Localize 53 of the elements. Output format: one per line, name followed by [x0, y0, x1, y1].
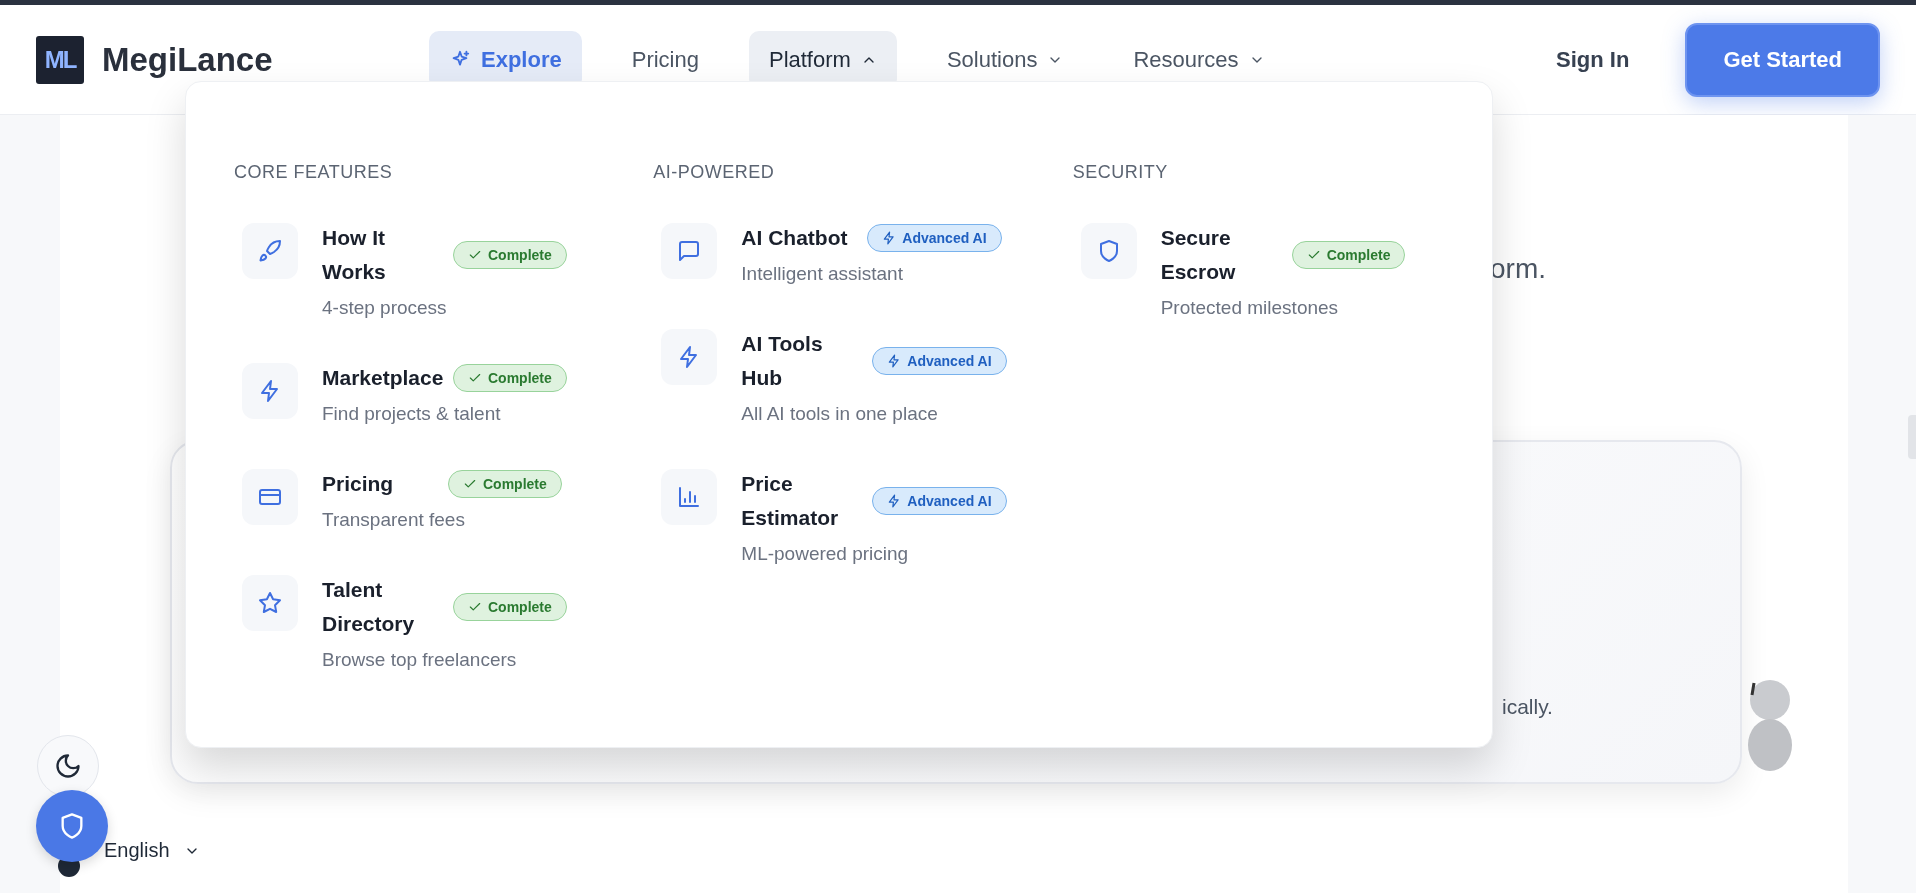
- section-heading: AI-POWERED: [653, 162, 776, 183]
- lightning-icon: [887, 494, 902, 508]
- menu-item-subtitle: Browse top freelancers: [322, 649, 518, 671]
- check-icon: [1306, 248, 1321, 262]
- check-icon: [468, 371, 482, 385]
- status-badge: Complete: [453, 364, 567, 392]
- logo[interactable]: ML: [36, 35, 84, 84]
- check-icon: [468, 248, 482, 262]
- icon-tile[interactable]: [661, 329, 718, 385]
- menu-item-subtitle: Intelligent assistant: [741, 263, 904, 285]
- ai-badge: Advanced AI: [872, 487, 1007, 515]
- nav-link[interactable]: Pricing: [611, 30, 719, 89]
- menu-item-title[interactable]: Pricing: [322, 467, 438, 501]
- status-badge: Complete: [453, 241, 567, 269]
- get-started-button[interactable]: Get Started: [1685, 22, 1880, 97]
- menu-item-title[interactable]: Marketplace: [322, 361, 443, 395]
- icon-tile[interactable]: [661, 469, 718, 525]
- menu-item-subtitle: 4-step process: [322, 297, 448, 319]
- icon-tile[interactable]: [242, 469, 298, 525]
- icon-tile[interactable]: [661, 223, 718, 279]
- sign-in-link[interactable]: Sign In: [1550, 45, 1636, 74]
- icon-tile[interactable]: [242, 223, 298, 279]
- icon-tile[interactable]: [242, 575, 298, 631]
- status-badge: Complete: [448, 470, 562, 498]
- menu-item-title[interactable]: Price Estimator: [741, 467, 863, 535]
- body-text: ically.: [1502, 695, 1553, 719]
- brand-name[interactable]: MegiLance: [102, 40, 273, 79]
- status-badge: Complete: [1291, 241, 1406, 269]
- chat-bubble-icon: [677, 239, 702, 263]
- menu-item-subtitle: Find projects & talent: [322, 403, 502, 425]
- icon-tile[interactable]: [242, 363, 298, 419]
- moon-icon: [54, 752, 82, 780]
- section-heading: SECURITY: [1072, 162, 1169, 183]
- menu-item-subtitle: Protected milestones: [1160, 297, 1340, 319]
- icon-tile[interactable]: [1080, 223, 1137, 279]
- menu-item-subtitle: All AI tools in one place: [741, 403, 939, 425]
- lightning-icon: [882, 231, 897, 245]
- star-icon: [258, 591, 282, 615]
- ai-badge: Advanced AI: [872, 347, 1007, 375]
- menu-item-subtitle: ML-powered pricing: [741, 543, 910, 565]
- menu-item-title[interactable]: Secure Escrow: [1160, 221, 1282, 289]
- lightning-icon: [887, 354, 902, 368]
- menu-item-title[interactable]: How It Works: [322, 221, 443, 289]
- section-heading: CORE FEATURES: [234, 162, 394, 183]
- check-icon: [468, 600, 482, 614]
- ai-badge: Advanced AI: [867, 224, 1002, 252]
- bar-chart-icon: [677, 485, 702, 509]
- check-icon: [463, 477, 477, 491]
- menu-item-title[interactable]: AI Tools Hub: [741, 327, 863, 395]
- status-badge: Complete: [453, 593, 567, 621]
- menu-item-title[interactable]: AI Chatbot: [741, 221, 858, 255]
- menu-item-title[interactable]: Talent Directory: [322, 573, 443, 641]
- menu-item-subtitle: Transparent fees: [322, 509, 466, 531]
